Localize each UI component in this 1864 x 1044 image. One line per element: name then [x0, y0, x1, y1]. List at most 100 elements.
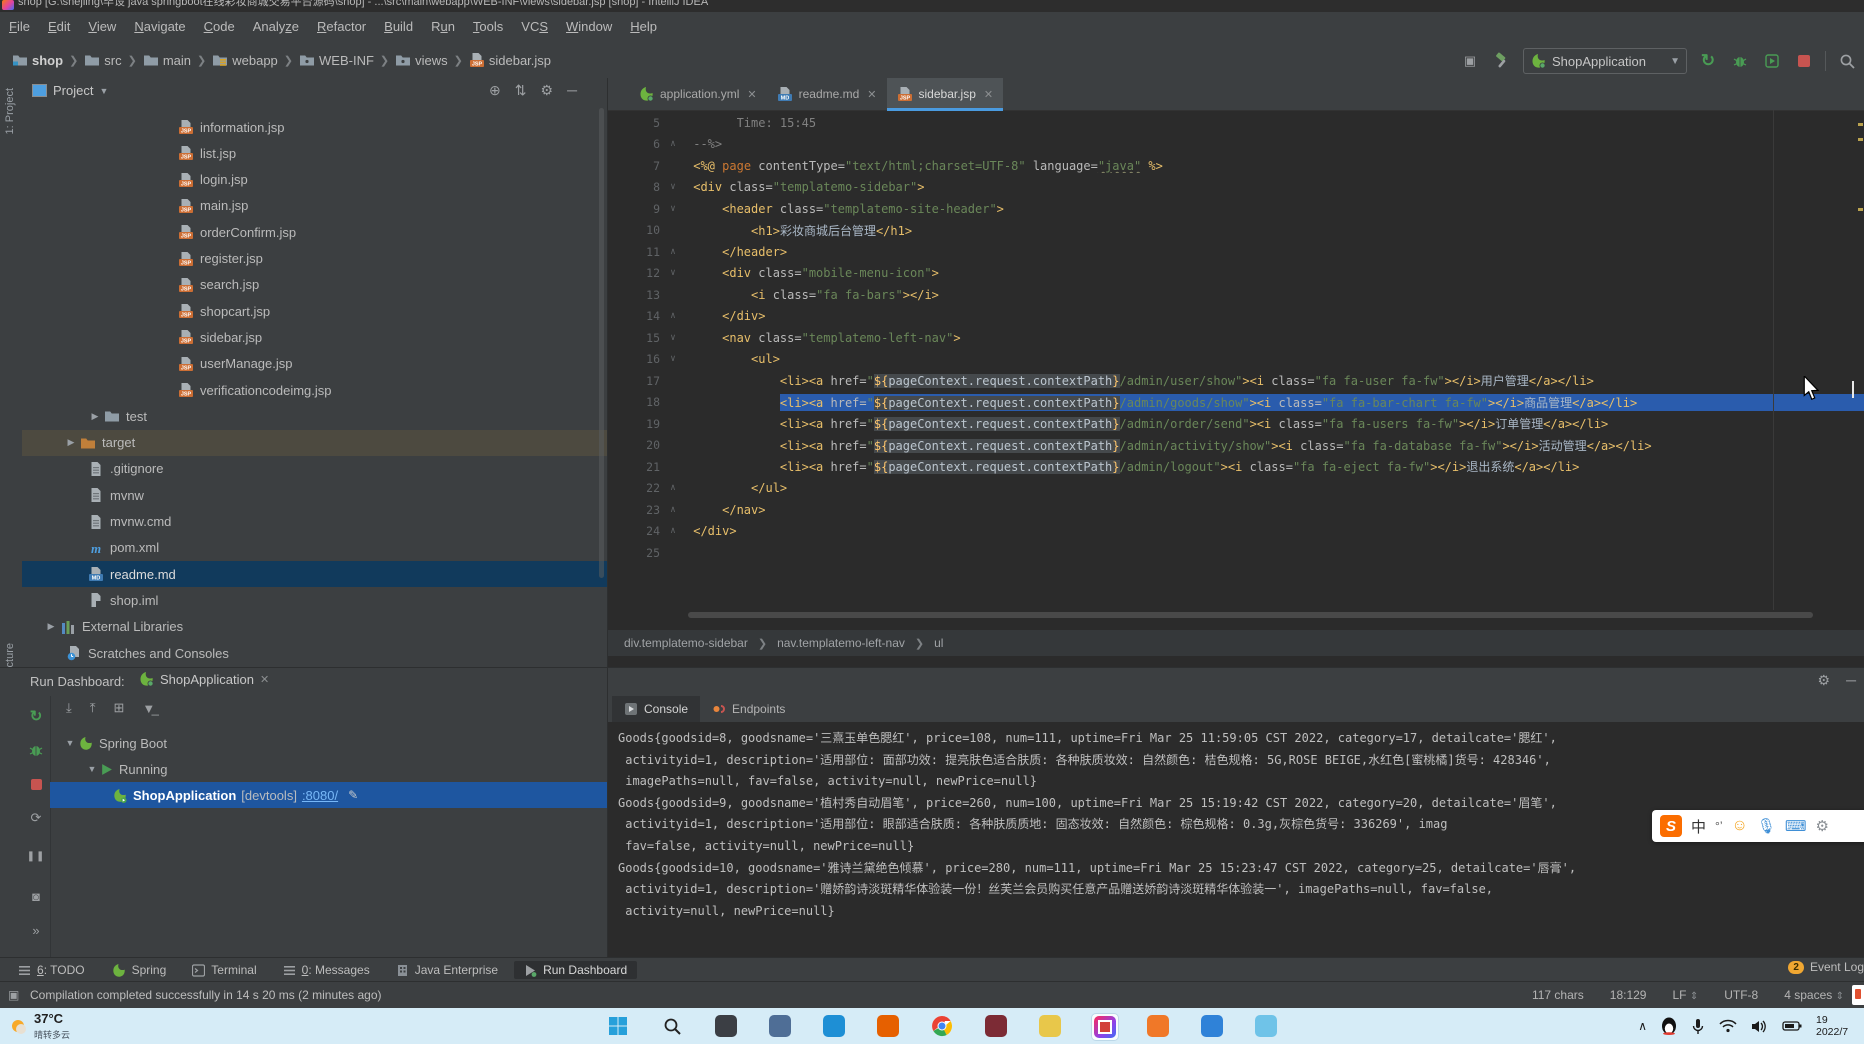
ime-language-mode[interactable]: 中	[1691, 816, 1706, 837]
console-tab-console[interactable]: Console	[612, 696, 700, 722]
tree-item-ExternalLibraries[interactable]: ▶External Libraries	[22, 614, 607, 640]
fold-marker-icon[interactable]: ∨	[660, 354, 686, 364]
menu-window[interactable]: Window	[557, 12, 621, 34]
battery-tray-icon[interactable]	[1782, 1020, 1802, 1032]
tree-item-orderConfirm.jsp[interactable]: JSPorderConfirm.jsp	[22, 219, 607, 245]
run-configuration-select[interactable]: ShopApplication ▼	[1523, 48, 1687, 74]
tree-item-mvnw.cmd[interactable]: mvnw.cmd	[22, 509, 607, 535]
volume-tray-icon[interactable]	[1751, 1019, 1768, 1034]
tree-item-main.jsp[interactable]: JSPmain.jsp	[22, 193, 607, 219]
project-view-select[interactable]: Project ▼	[32, 83, 108, 98]
code-line-7[interactable]: 7 <%@ page contentType="text/html;charse…	[608, 155, 1864, 177]
rerun-button[interactable]: ↻	[1697, 50, 1719, 72]
menu-navigate[interactable]: Navigate	[125, 12, 194, 34]
collapse-all-icon[interactable]: ⤒	[90, 700, 96, 716]
breadcrumb-item-src[interactable]: src	[82, 51, 123, 69]
code-line-11[interactable]: 11∧ </header>	[608, 241, 1864, 263]
toolwindow-button-todo[interactable]: 6: TODO	[8, 961, 95, 979]
menu-view[interactable]: View	[79, 12, 125, 34]
menu-code[interactable]: Code	[195, 12, 244, 34]
menu-refactor[interactable]: Refactor	[308, 12, 375, 34]
taskbar-app-edge-browser[interactable]	[821, 1013, 847, 1039]
fold-marker-icon[interactable]: ∧	[660, 139, 686, 149]
tree-item-shopcart.jsp[interactable]: JSPshopcart.jsp	[22, 298, 607, 324]
run-tree-item-Running[interactable]: ▼Running	[50, 756, 607, 782]
toolwindow-button-rundashboard[interactable]: Run Dashboard	[514, 961, 637, 979]
code-line-22[interactable]: 22∧ </ul>	[608, 478, 1864, 500]
taskbar-app-mail-app[interactable]	[767, 1013, 793, 1039]
tray-chevron-up-icon[interactable]: ∧	[1638, 1019, 1647, 1033]
ime-microphone-icon[interactable]: 🎙	[1757, 817, 1776, 835]
gear-icon[interactable]: ⚙	[541, 82, 554, 99]
editor-tab-sidebarjsp[interactable]: JSPsidebar.jsp✕	[887, 78, 1004, 110]
expand-panel-icon[interactable]: »	[26, 920, 46, 940]
build-hammer-icon[interactable]	[1491, 50, 1513, 72]
fold-marker-icon[interactable]: ∧	[660, 247, 686, 257]
ime-status-icon[interactable]	[1852, 985, 1864, 1005]
code-line-23[interactable]: 23∧ </nav>	[608, 499, 1864, 521]
tree-item-shop.iml[interactable]: shop.iml	[22, 587, 607, 613]
editor-tab-readmemd[interactable]: MDreadme.md✕	[767, 78, 887, 110]
code-line-10[interactable]: 10 <h1>彩妆商城后台管理</h1>	[608, 220, 1864, 242]
tree-item-login.jsp[interactable]: JSPlogin.jsp	[22, 167, 607, 193]
code-line-25[interactable]: 25	[608, 542, 1864, 564]
run-tree-item-ShopApplication[interactable]: ShopApplication[devtools]:8080/✎	[50, 782, 607, 808]
tree-item-search.jsp[interactable]: JSPsearch.jsp	[22, 272, 607, 298]
toolwindow-button-messages[interactable]: 0: Messages	[273, 961, 380, 979]
editor-breadcrumb-1[interactable]: nav.templatemo-left-nav	[777, 636, 905, 650]
status-encoding[interactable]: UTF-8	[1724, 988, 1758, 1002]
ime-keyboard-icon[interactable]: ⌨	[1785, 817, 1807, 835]
breadcrumb-item-sidebar.jsp[interactable]: JSPsidebar.jsp	[467, 51, 553, 69]
code-line-21[interactable]: 21 <li><a href="${pageContext.request.co…	[608, 456, 1864, 478]
breadcrumb-item-views[interactable]: views	[393, 51, 450, 69]
close-icon[interactable]: ✕	[867, 88, 876, 101]
tool-stripe-project[interactable]: 1: Project	[4, 88, 16, 134]
locate-file-icon[interactable]: ⊕	[489, 82, 501, 99]
filter-icon[interactable]: ▼̲	[142, 701, 155, 716]
restart-icon[interactable]: ⟳	[26, 808, 46, 828]
taskbar-app-intellij-idea[interactable]	[1091, 1013, 1119, 1041]
expand-arrow-icon[interactable]: ▶	[86, 411, 104, 422]
console-tab-endpoints[interactable]: Endpoints	[700, 696, 797, 722]
close-icon[interactable]: ✕	[260, 673, 269, 686]
tool-window-switcher-icon[interactable]: ▣	[8, 988, 19, 1002]
menu-run[interactable]: Run	[422, 12, 464, 34]
pause-icon[interactable]: ❚❚	[26, 846, 46, 866]
fold-marker-icon[interactable]: ∨	[660, 333, 686, 343]
tree-item-sidebar.jsp[interactable]: JSPsidebar.jsp	[22, 324, 607, 350]
taskbar-app-wechat-app[interactable]	[1037, 1013, 1063, 1039]
sogou-logo-icon[interactable]: S	[1660, 815, 1682, 837]
fold-marker-icon[interactable]: ∧	[660, 483, 686, 493]
code-line-8[interactable]: 8∨ <div class="templatemo-sidebar">	[608, 177, 1864, 199]
toolwindow-button-javaenterprise[interactable]: Java Enterprise	[386, 961, 508, 979]
stop-icon[interactable]	[26, 774, 46, 794]
code-line-16[interactable]: 16∨ <ul>	[608, 349, 1864, 371]
code-line-14[interactable]: 14∧ </div>	[608, 306, 1864, 328]
code-line-5[interactable]: 5 Time: 15:45	[608, 112, 1864, 134]
tree-item-test[interactable]: ▶test	[22, 403, 607, 429]
debug-icon[interactable]	[26, 740, 46, 760]
tree-item-pom.xml[interactable]: mpom.xml	[22, 535, 607, 561]
run-tree-item-SpringBoot[interactable]: ▼Spring Boot	[50, 730, 607, 756]
menu-edit[interactable]: Edit	[39, 12, 79, 34]
expand-all-icon[interactable]: ⤓	[66, 700, 72, 716]
run-dashboard-tab[interactable]: ShopApplication ✕	[138, 671, 269, 687]
code-line-12[interactable]: 12∨ <div class="mobile-menu-icon">	[608, 263, 1864, 285]
rerun-icon[interactable]: ↻	[26, 706, 46, 726]
wifi-tray-icon[interactable]	[1719, 1019, 1737, 1033]
taskbar-app-search[interactable]	[659, 1013, 685, 1039]
taskbar-clock[interactable]: 19 2022/7	[1816, 1014, 1860, 1038]
tree-item-.gitignore[interactable]: .gitignore	[22, 456, 607, 482]
editor-hscrollbar[interactable]	[688, 612, 1813, 618]
project-scrollbar[interactable]	[599, 108, 604, 578]
editor-breadcrumb-2[interactable]: ul	[934, 636, 943, 650]
fold-marker-icon[interactable]: ∧	[660, 505, 686, 515]
status-indent[interactable]: 4 spaces ⇕	[1784, 988, 1844, 1002]
tree-item-verificationcodeimg.jsp[interactable]: JSPverificationcodeimg.jsp	[22, 377, 607, 403]
port-link[interactable]: :8080/	[302, 788, 338, 803]
close-icon[interactable]: ✕	[984, 88, 993, 101]
menu-analyze[interactable]: Analyze	[244, 12, 308, 34]
code-line-6[interactable]: 6∧ --%>	[608, 134, 1864, 156]
hide-panel-icon[interactable]: ─	[567, 82, 577, 99]
menu-file[interactable]: File	[0, 12, 39, 34]
